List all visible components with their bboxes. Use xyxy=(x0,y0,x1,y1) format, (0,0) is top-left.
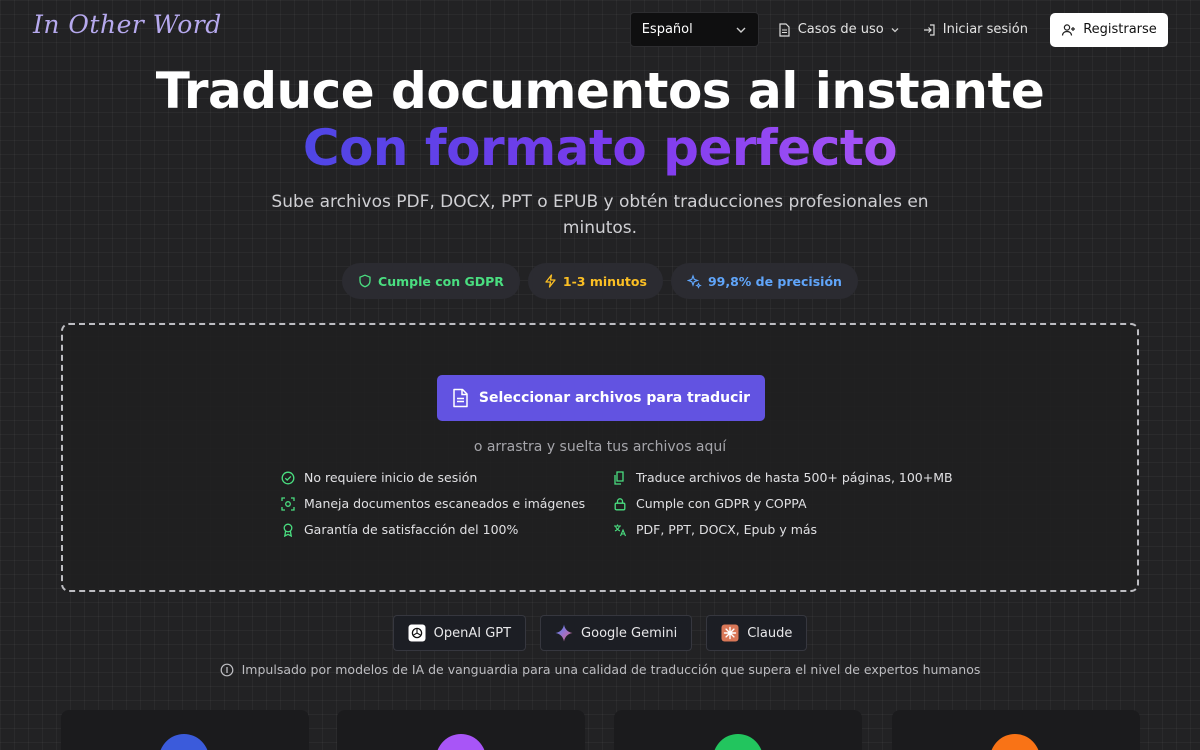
gemini-icon xyxy=(555,624,573,642)
scan-icon xyxy=(281,496,295,511)
user-plus-icon xyxy=(1062,23,1076,36)
badge-precision: 99,8% de precisión xyxy=(670,263,858,299)
feature-item: No requiere inicio de sesión xyxy=(281,470,477,485)
use-cases-menu[interactable]: Casos de uso xyxy=(778,22,900,37)
document-icon xyxy=(779,22,790,37)
card-icon xyxy=(990,734,1040,750)
login-link[interactable]: Iniciar sesión xyxy=(922,22,1028,37)
use-cases-label: Casos de uso xyxy=(797,22,884,37)
openai-icon xyxy=(408,624,426,642)
hero-subtitle-highlight: Con formato perfecto xyxy=(0,119,1200,177)
translate-icon xyxy=(614,524,627,536)
chevron-down-icon xyxy=(891,27,899,32)
feature-label: No requiere inicio de sesión xyxy=(304,470,478,485)
ai-models: OpenAI GPT Google Gemini Claude xyxy=(0,615,1200,651)
model-label: Google Gemini xyxy=(581,625,678,641)
badge-gdpr: Cumple con GDPR xyxy=(342,263,520,299)
file-text-icon xyxy=(453,388,468,408)
file-dropzone[interactable]: Seleccionar archivos para traducir o arr… xyxy=(61,323,1139,592)
model-label: Claude xyxy=(747,625,793,641)
award-icon xyxy=(283,523,293,537)
feature-card xyxy=(61,710,309,750)
card-icon xyxy=(713,734,763,750)
lightning-icon xyxy=(545,274,556,288)
language-select-value: Español xyxy=(641,22,693,37)
badge-label: 1-3 minutos xyxy=(562,273,647,289)
feature-item: Traduce archivos de hasta 500+ páginas, … xyxy=(613,470,953,485)
feature-label: PDF, PPT, DOCX, Epub y más xyxy=(636,522,818,537)
sparkle-icon xyxy=(686,273,702,289)
login-label: Iniciar sesión xyxy=(942,22,1028,37)
info-icon xyxy=(220,663,234,676)
powered-by-text: Impulsado por modelos de IA de vanguardi… xyxy=(241,662,981,677)
claude-icon xyxy=(721,624,739,642)
card-icon xyxy=(159,734,209,750)
badge-speed: 1-3 minutos xyxy=(527,263,663,299)
register-button[interactable]: Registrarse xyxy=(1050,12,1168,47)
feature-card xyxy=(337,710,585,750)
select-files-label: Seleccionar archivos para traducir xyxy=(478,390,751,406)
drag-drop-hint: o arrastra y suelta tus archivos aquí xyxy=(473,439,727,455)
hero-title: Traduce documentos al instante xyxy=(155,62,1045,120)
card-icon xyxy=(436,734,486,750)
feature-item: Maneja documentos escaneados e imágenes xyxy=(281,496,585,511)
files-icon xyxy=(614,470,624,485)
model-label: OpenAI GPT xyxy=(433,625,512,641)
lock-icon xyxy=(614,497,626,510)
feature-item: PDF, PPT, DOCX, Epub y más xyxy=(613,522,817,537)
model-claude[interactable]: Claude xyxy=(706,615,808,651)
feature-label: Maneja documentos escaneados e imágenes xyxy=(304,496,586,511)
badge-label: 99,8% de precisión xyxy=(707,273,842,289)
model-openai[interactable]: OpenAI GPT xyxy=(392,615,527,651)
feature-card xyxy=(614,710,862,750)
feature-item: Garantía de satisfacción del 100% xyxy=(281,522,518,537)
top-nav: Español Casos de uso Iniciar sesión Regi… xyxy=(629,12,1168,47)
feature-item: Cumple con GDPR y COPPA xyxy=(613,496,807,511)
check-circle-icon xyxy=(281,471,295,484)
badge-label: Cumple con GDPR xyxy=(378,273,504,289)
feature-label: Garantía de satisfacción del 100% xyxy=(304,522,519,537)
feature-card xyxy=(892,710,1140,750)
language-select[interactable]: Español xyxy=(629,12,759,47)
select-files-button[interactable]: Seleccionar archivos para traducir xyxy=(437,375,765,421)
powered-by-note: Impulsado por modelos de IA de vanguardi… xyxy=(0,662,1200,677)
feature-label: Traduce archivos de hasta 500+ páginas, … xyxy=(636,470,953,485)
register-label: Registrarse xyxy=(1083,22,1157,37)
logo[interactable]: In Other Word xyxy=(33,10,222,39)
model-gemini[interactable]: Google Gemini xyxy=(540,615,693,651)
hero-description: Sube archivos PDF, DOCX, PPT o EPUB y ob… xyxy=(271,192,929,238)
feature-badges: Cumple con GDPR 1-3 minutos 99,8% de pre… xyxy=(0,263,1200,299)
shield-icon xyxy=(359,274,371,288)
gradient-title: Con formato perfecto xyxy=(302,119,898,177)
feature-label: Cumple con GDPR y COPPA xyxy=(636,496,807,511)
chevron-down-icon xyxy=(736,27,746,33)
login-icon xyxy=(923,23,935,36)
